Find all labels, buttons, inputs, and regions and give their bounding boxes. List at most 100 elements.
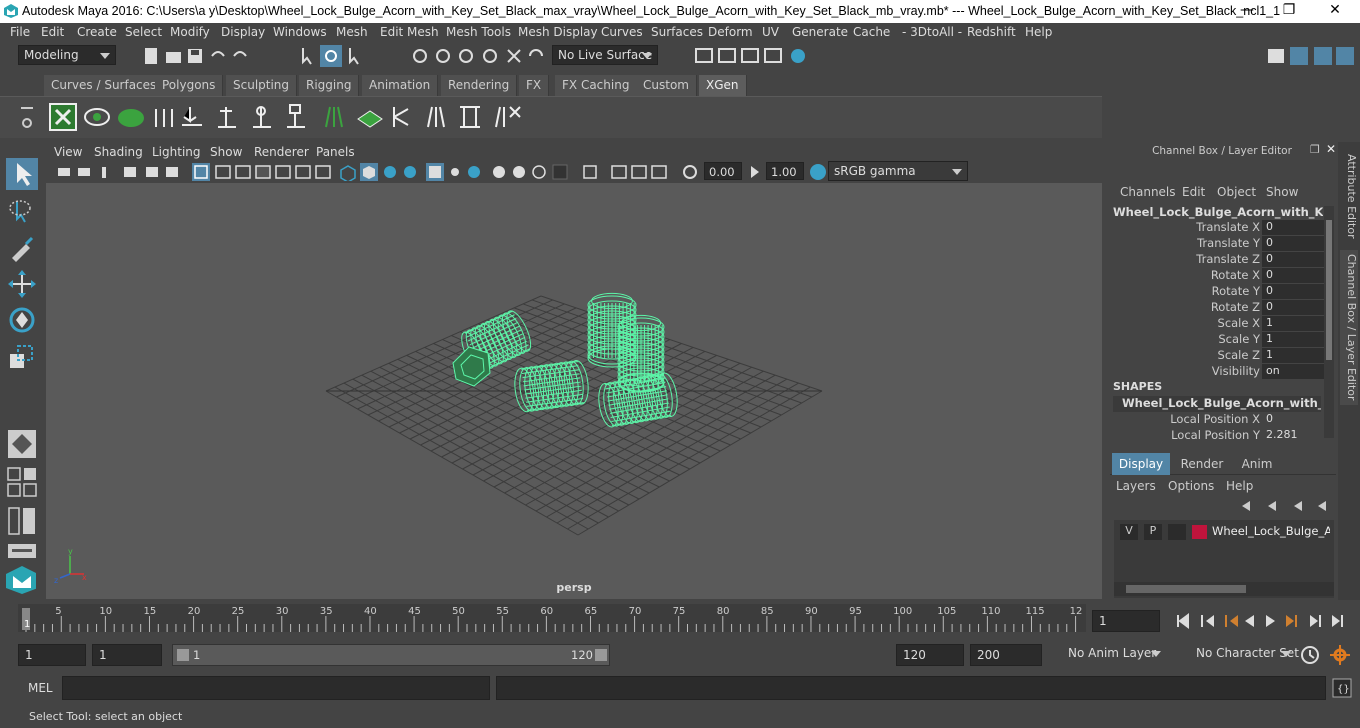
layer-playback-toggle[interactable]: P	[1144, 524, 1162, 540]
animation-prefs-icons[interactable]	[1300, 644, 1356, 666]
menu-mesh-tools[interactable]: Mesh Tools	[446, 25, 511, 39]
mel-label[interactable]: MEL	[28, 681, 53, 695]
minimize-button[interactable]: —	[1232, 2, 1262, 20]
shelf-tab-rigging[interactable]: Rigging	[299, 75, 360, 96]
channel-value-field[interactable]: 0	[1262, 236, 1324, 251]
menu-3dtoall[interactable]: - 3DtoAll -	[902, 25, 962, 39]
channel-box-scrollbar[interactable]	[1324, 206, 1334, 438]
channel-value-field[interactable]: 0	[1262, 268, 1324, 283]
shelf-tab-fx[interactable]: FX	[519, 75, 550, 96]
channel-row[interactable]: Visibility on	[1110, 364, 1324, 380]
close-panel-icon[interactable]: ✕	[1326, 142, 1336, 156]
layer-tab-anim[interactable]: Anim	[1232, 453, 1282, 475]
shape-channel-row[interactable]: Local Position X0	[1110, 412, 1324, 428]
menu-edit-mesh[interactable]: Edit Mesh	[380, 25, 439, 39]
menu-modify[interactable]: Modify	[170, 25, 210, 39]
scene-canvas[interactable]: y x z	[46, 183, 1102, 599]
menu-windows[interactable]: Windows	[273, 25, 327, 39]
script-editor-icon[interactable]: {}	[1332, 678, 1352, 698]
menu-curves[interactable]: Curves	[601, 25, 643, 39]
menu-generate[interactable]: Generate	[792, 25, 848, 39]
layer-menu-help[interactable]: Help	[1226, 479, 1253, 493]
menu-redshift[interactable]: Redshift	[967, 25, 1016, 39]
channel-row[interactable]: Rotate Y0	[1110, 284, 1324, 300]
single-perspective-layout-icon[interactable]	[6, 428, 38, 460]
character-set-dropdown[interactable]: No Character Set	[1176, 644, 1299, 666]
animation-end-field[interactable]: 200	[970, 644, 1042, 666]
menu-uv[interactable]: UV	[762, 25, 779, 39]
paint-select-tool-icon[interactable]	[6, 232, 38, 264]
channel-row[interactable]: Rotate Z0	[1110, 300, 1324, 316]
channel-value-field[interactable]: 0	[1262, 220, 1324, 235]
exposure-field[interactable]: 0.00	[704, 162, 742, 180]
shelf-tab-polygons[interactable]: Polygons	[155, 75, 224, 96]
channel-value-field[interactable]: 0	[1262, 412, 1324, 427]
channel-row[interactable]: Translate Z0	[1110, 252, 1324, 268]
live-surface-field[interactable]: No Live Surface	[552, 45, 658, 65]
gamma-field[interactable]: 1.00	[766, 162, 804, 180]
vp-menu-show[interactable]: Show	[210, 145, 242, 159]
current-frame-field[interactable]: 1	[1092, 610, 1160, 632]
shelf-tab-animation[interactable]: Animation	[362, 75, 439, 96]
shelf-tab-curves-surfaces[interactable]: Curves / Surfaces	[44, 75, 165, 96]
cb-menu-channels[interactable]: Channels	[1120, 185, 1176, 199]
four-view-layout-icon[interactable]	[6, 466, 38, 498]
float-panel-icon[interactable]: ❐	[1310, 143, 1320, 156]
shelf-tab-xgen[interactable]: XGen	[699, 75, 747, 96]
channel-row[interactable]: Translate X0	[1110, 220, 1324, 236]
cb-menu-object[interactable]: Object	[1217, 185, 1256, 199]
move-tool-icon[interactable]	[6, 268, 38, 300]
menu-mesh[interactable]: Mesh	[336, 25, 368, 39]
color-space-dropdown[interactable]: sRGB gamma	[828, 161, 968, 181]
cb-menu-edit[interactable]: Edit	[1182, 185, 1205, 199]
channel-row[interactable]: Translate Y0	[1110, 236, 1324, 252]
shelf-tab-fx-caching[interactable]: FX Caching	[555, 75, 638, 96]
anim-layer-dropdown[interactable]: No Anim Layer	[1048, 644, 1166, 666]
channel-value-field[interactable]: 1	[1262, 316, 1324, 331]
channel-row[interactable]: Rotate X0	[1110, 268, 1324, 284]
menu-surfaces[interactable]: Surfaces	[651, 25, 703, 39]
layer-type-toggle[interactable]	[1168, 524, 1186, 540]
menu-help[interactable]: Help	[1025, 25, 1052, 39]
perspective-viewport[interactable]: y x z persp	[46, 183, 1102, 599]
layer-visibility-toggle[interactable]: V	[1120, 524, 1138, 540]
shape-channel-row[interactable]: Local Position Y 2.281	[1110, 428, 1324, 444]
menu-deform[interactable]: Deform	[708, 25, 753, 39]
range-slider[interactable]: 1 120	[172, 644, 610, 666]
channel-value-field[interactable]: 2.281	[1262, 428, 1324, 443]
outliner-layout-icon[interactable]	[6, 504, 38, 536]
color-management-icon[interactable]	[808, 162, 828, 182]
attribute-editor-tab[interactable]: Attribute Editor	[1340, 150, 1358, 243]
layer-tab-render[interactable]: Render	[1174, 453, 1230, 475]
animation-start-field[interactable]: 1	[18, 644, 86, 666]
vp-menu-view[interactable]: View	[54, 145, 82, 159]
rotate-tool-icon[interactable]	[6, 304, 38, 336]
channel-value-field[interactable]: on	[1262, 364, 1324, 379]
layer-menu-options[interactable]: Options	[1168, 479, 1214, 493]
channel-row[interactable]: Scale X1	[1110, 316, 1324, 332]
layer-name[interactable]: Wheel_Lock_Bulge_Acorn	[1212, 524, 1330, 538]
playback-controls[interactable]	[1166, 611, 1360, 631]
shelf-tab-sculpting[interactable]: Sculpting	[226, 75, 298, 96]
mode-selector[interactable]: Modeling	[18, 45, 116, 65]
cb-menu-show[interactable]: Show	[1266, 185, 1298, 199]
channel-row[interactable]: Scale Z1	[1110, 348, 1324, 364]
channel-value-field[interactable]: 1	[1262, 348, 1324, 363]
shelf-tab-custom[interactable]: Custom	[636, 75, 697, 96]
viewport-display-icons[interactable]	[56, 163, 706, 181]
vp-menu-lighting[interactable]: Lighting	[152, 145, 201, 159]
menu-file[interactable]: File	[10, 25, 30, 39]
lasso-tool-icon[interactable]	[6, 196, 38, 228]
scale-tool-icon[interactable]	[6, 342, 38, 374]
menu-display[interactable]: Display	[221, 25, 265, 39]
command-input[interactable]	[62, 676, 490, 700]
layer-color-swatch[interactable]	[1192, 525, 1207, 539]
menu-edit[interactable]: Edit	[41, 25, 64, 39]
layer-tab-display[interactable]: Display	[1112, 453, 1170, 475]
shelf-options-icon[interactable]	[20, 107, 34, 129]
channel-value-field[interactable]: 0	[1262, 252, 1324, 267]
shelf-tab-rendering[interactable]: Rendering	[441, 75, 518, 96]
layer-row[interactable]: V P Wheel_Lock_Bulge_Acorn	[1120, 524, 1330, 542]
menu-cache[interactable]: Cache	[853, 25, 890, 39]
close-button[interactable]: ✕	[1320, 2, 1350, 20]
